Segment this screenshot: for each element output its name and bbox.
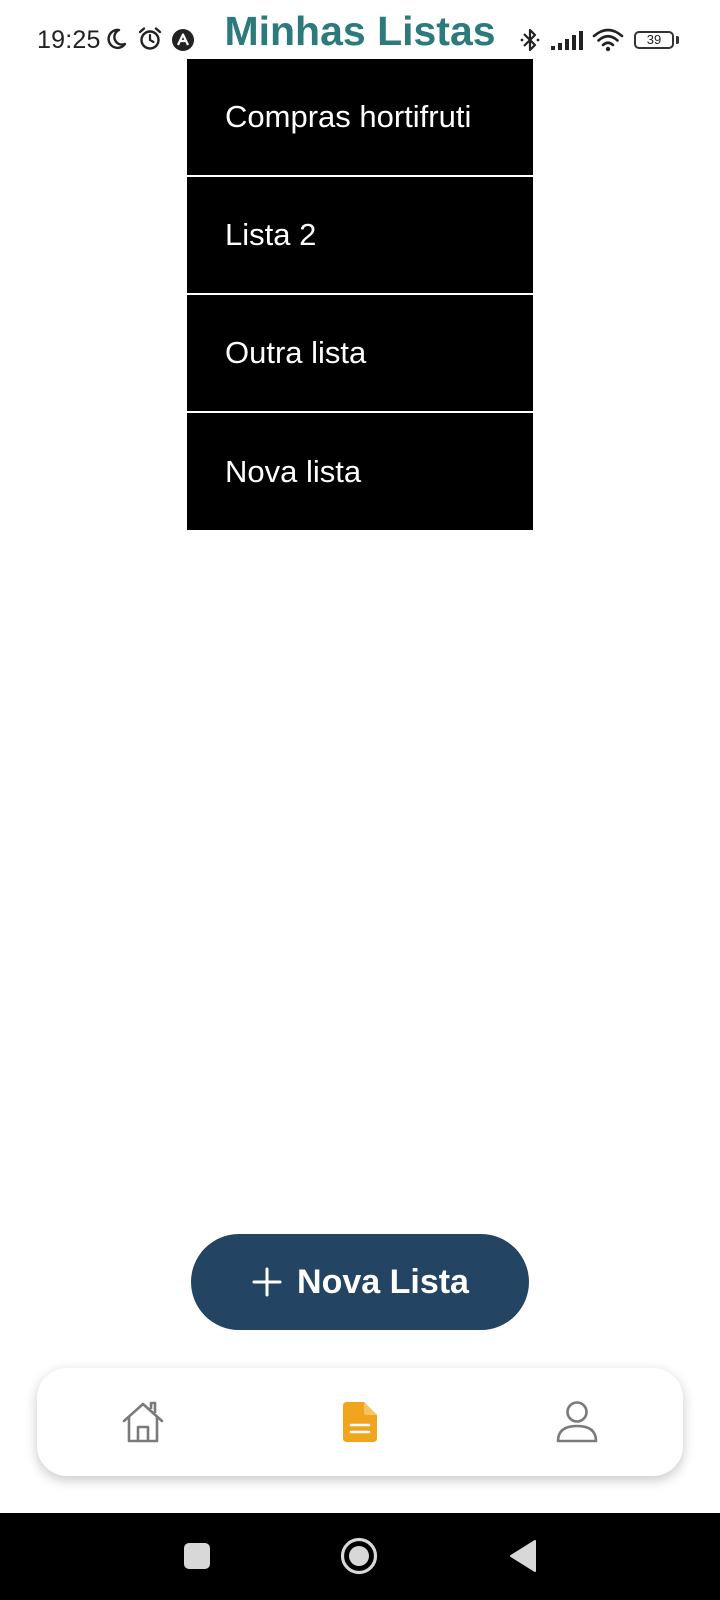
user-icon (556, 1401, 598, 1443)
plus-icon (252, 1267, 282, 1297)
recent-apps-icon[interactable] (183, 1542, 211, 1570)
moon-icon (107, 28, 127, 50)
list-item-label: Lista 2 (225, 217, 317, 252)
list-item-label: Nova lista (225, 453, 362, 489)
signal-icon (551, 31, 583, 50)
list-item[interactable]: Compras hortifruti (187, 59, 533, 177)
nav-item-home[interactable] (83, 1368, 203, 1476)
nav-item-lists[interactable] (300, 1368, 420, 1476)
status-time: 19:25 (37, 26, 101, 54)
nav-item-profile[interactable] (517, 1368, 637, 1476)
list-item-label: Compras hortifruti (225, 99, 472, 134)
document-icon (343, 1402, 377, 1442)
battery-icon: 39 (634, 31, 674, 49)
home-circle-icon[interactable] (340, 1537, 378, 1575)
new-list-button[interactable]: Nova Lista (191, 1234, 529, 1330)
system-nav-bar (0, 1513, 720, 1600)
back-icon[interactable] (508, 1539, 538, 1573)
list-item[interactable]: Nova lista (187, 413, 533, 530)
alarm-icon (138, 27, 162, 50)
battery-tip (676, 36, 679, 44)
new-list-button-label: Nova Lista (297, 1262, 469, 1301)
list-item[interactable]: Outra lista (187, 295, 533, 413)
list-item[interactable]: Lista 2 (187, 177, 533, 295)
wifi-icon (592, 28, 624, 52)
page-title: Minhas Listas (224, 8, 496, 54)
bluetooth-icon (520, 28, 540, 52)
home-icon (122, 1401, 164, 1443)
bottom-nav (37, 1368, 683, 1476)
lists-container: Compras hortifruti Lista 2 Outra lista N… (187, 59, 533, 530)
list-item-label: Outra lista (225, 335, 367, 370)
